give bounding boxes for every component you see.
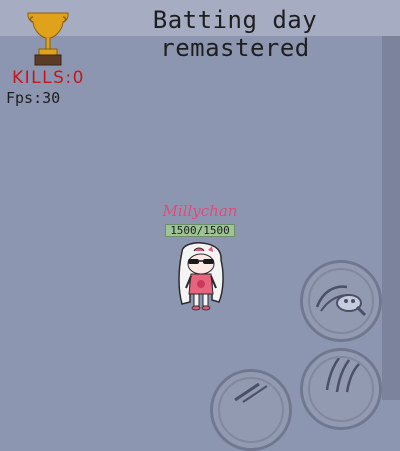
player-health-text: 1500/1500 (170, 224, 230, 237)
game-title-line2: remastered (160, 34, 310, 62)
trophy-icon[interactable] (23, 9, 73, 67)
game-title: Batting day remastered (130, 6, 340, 62)
skill-button[interactable] (300, 348, 382, 430)
dash-button[interactable] (210, 369, 292, 451)
right-edge-band (382, 36, 400, 400)
player-character (178, 242, 224, 311)
player-health-bar: 1500/1500 (165, 224, 235, 237)
claw-slash-icon (325, 357, 360, 393)
bat-swing-icon (315, 285, 367, 317)
dash-icon (234, 382, 268, 403)
game-title-line1: Batting day (152, 6, 318, 34)
fps-counter: Fps:30 (6, 89, 61, 107)
player-name: Millychan (162, 202, 238, 220)
attack-button[interactable] (300, 260, 382, 342)
kills-counter: KILLS:0 (12, 68, 85, 88)
